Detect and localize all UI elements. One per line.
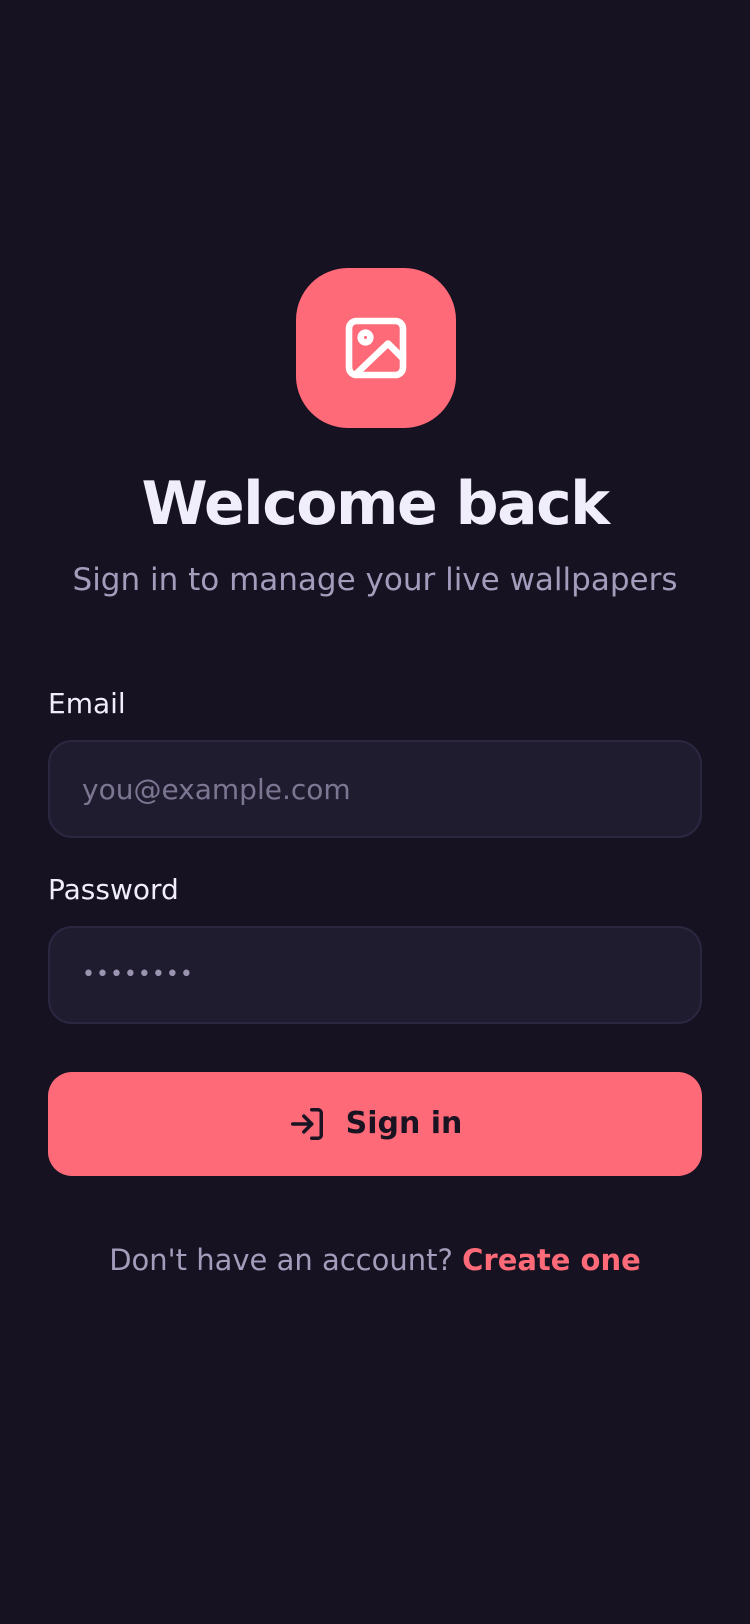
sign-in-screen: Welcome back Sign in to manage your live… [0,0,750,1624]
password-masked-value: •••••••• [82,962,194,987]
email-label: Email [48,687,126,720]
signup-prompt: Don't have an account? Create one [0,1238,750,1282]
page-title: Welcome back [141,469,610,539]
sign-in-button[interactable]: Sign in [48,1072,702,1176]
app-logo [296,268,456,428]
page-subtitle: Sign in to manage your live wallpapers [72,562,678,598]
signup-prompt-text: Don't have an account? [109,1243,453,1277]
create-account-link[interactable]: Create one [462,1243,641,1277]
login-icon [288,1105,326,1143]
email-field[interactable] [82,772,668,806]
password-label: Password [48,873,179,906]
sign-in-button-label: Sign in [345,1106,463,1141]
email-field-container[interactable] [48,740,702,838]
password-field[interactable]: •••••••• [48,926,702,1024]
image-icon [345,317,407,379]
